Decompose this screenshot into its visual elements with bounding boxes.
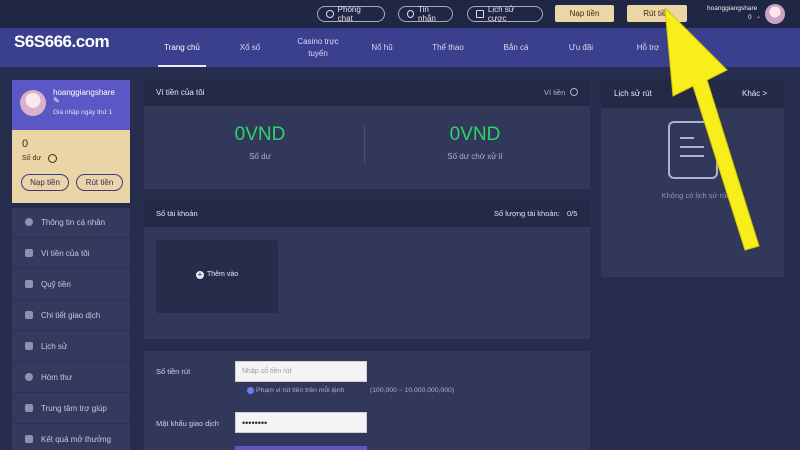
menu-item-help[interactable]: Trung tâm trợ giúp — [12, 393, 130, 424]
history-title: Lịch sử rút — [614, 89, 652, 98]
history-icon — [25, 342, 33, 350]
pending-balance-label: Số dư chờ xử lí — [447, 152, 503, 161]
message-icon — [407, 10, 415, 18]
menu-item-fund[interactable]: Quỹ tiền — [12, 269, 130, 300]
plus-icon: + — [196, 270, 204, 279]
nav-fishing[interactable]: Bắn cá — [494, 28, 538, 67]
bet-history-button[interactable]: Lịch sử cược — [467, 5, 543, 23]
nav-promotions[interactable]: Ưu đãi — [560, 28, 602, 67]
nav-lottery[interactable]: Xổ số — [230, 28, 270, 67]
joined-text: Gia nhập ngày thứ 1 — [53, 109, 113, 116]
balance-label: Số dư — [22, 155, 42, 162]
results-icon — [25, 435, 33, 443]
withdraw-form-panel — [144, 351, 590, 450]
amount-input[interactable]: Nhập số tiền rút — [235, 361, 367, 382]
mail-icon — [25, 373, 33, 381]
user-name: hoanggiangshare — [53, 88, 115, 97]
deposit-button[interactable]: Nạp tiền — [555, 5, 614, 22]
nav-slots[interactable]: Nổ hũ — [362, 28, 402, 67]
wallet-title: Ví tiền của tôi — [156, 88, 205, 97]
range-value: (100,000 ~ 10,000,000,000) — [370, 387, 455, 394]
menu-item-transactions[interactable]: Chi tiết giao dịch — [12, 300, 130, 331]
refresh-icon[interactable] — [48, 154, 57, 163]
help-icon — [25, 404, 33, 412]
menu-item-history[interactable]: Lịch sử — [12, 331, 130, 362]
range-note: Phạm vi rút tiền trên mỗi lệnh — [256, 387, 345, 394]
wallet-icon — [25, 249, 33, 257]
menu-item-mailbox[interactable]: Hòm thư — [12, 362, 130, 393]
accounts-count-label: Số lượng tài khoản: — [494, 209, 560, 218]
edit-icon[interactable]: ✎ — [53, 96, 60, 105]
user-icon — [25, 218, 33, 226]
password-input[interactable]: •••••••• — [235, 412, 367, 433]
balance-card — [12, 130, 130, 203]
password-label: Mật khẩu giao dịch — [156, 419, 219, 428]
chat-icon — [326, 10, 334, 18]
amount-label: Số tiền rút — [156, 367, 191, 376]
submit-button[interactable] — [235, 446, 367, 450]
wallet-balance-label: Số dư — [249, 152, 271, 161]
nav-casino[interactable]: Casino trực tuyến — [290, 28, 346, 67]
messages-button[interactable]: Tin nhắn — [398, 5, 453, 23]
card-deposit-button[interactable]: Nạp tiền — [21, 174, 69, 191]
site-logo[interactable]: S6S666.com — [14, 32, 110, 52]
wallet-link[interactable]: Ví tiền — [544, 88, 565, 97]
refresh-icon[interactable] — [570, 88, 578, 96]
info-icon — [247, 387, 254, 394]
divider — [364, 126, 365, 164]
wallet-header — [144, 80, 590, 106]
accounts-title: Số tài khoản — [156, 209, 198, 218]
accounts-count: 0/5 — [567, 209, 578, 218]
nav-home[interactable]: Trang chủ — [158, 28, 206, 67]
menu-item-wallet[interactable]: Ví tiền của tôi — [12, 238, 130, 269]
add-account-label: Thêm vào — [207, 271, 239, 278]
pending-balance: 0VND — [449, 124, 501, 145]
menu-item-results[interactable]: Kết quả mở thưởng — [12, 424, 130, 450]
fund-icon — [25, 280, 33, 288]
history-icon — [476, 10, 484, 18]
chat-room-button[interactable]: Phòng chat — [317, 5, 385, 23]
wallet-balance: 0VND — [234, 124, 286, 145]
card-withdraw-button[interactable]: Rút tiền — [76, 174, 123, 191]
user-balance: 0 — [22, 138, 29, 150]
menu-item-profile[interactable]: Thông tin cá nhân — [12, 207, 130, 238]
yellow-arrow-annotation — [664, 8, 760, 251]
user-avatar — [20, 90, 46, 116]
transactions-icon — [25, 311, 33, 319]
nav-sports[interactable]: Thể thao — [425, 28, 471, 67]
